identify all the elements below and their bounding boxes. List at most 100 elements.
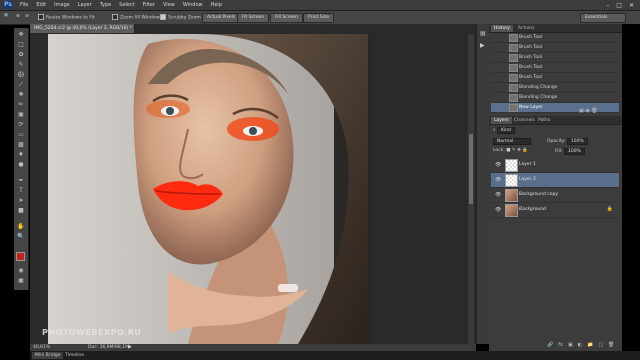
fit-screen-button[interactable]: Fit Screen [237,13,270,23]
layer-icon [509,104,518,112]
tab-actions[interactable]: Actions [515,25,537,32]
clone-stamp-tool-icon[interactable]: ▣ [17,112,25,118]
tab-mini-bridge[interactable]: Mini Bridge [32,352,64,359]
new-layer-icon[interactable]: □ [598,342,603,348]
layer-thumbnail [505,204,518,217]
info-arrow-icon[interactable]: ▶ [128,344,132,351]
eye-icon[interactable]: 👁 [495,177,501,183]
history-item[interactable]: Blending Change [491,93,619,103]
menu-select[interactable]: Select [119,2,134,8]
fill-control[interactable]: Fill: 100% [555,148,585,155]
menu-file[interactable]: File [20,2,28,8]
menu-edit[interactable]: Edit [36,2,46,8]
trash-icon[interactable]: 🗑 [608,342,614,348]
menu-view[interactable]: View [163,2,175,8]
history-item[interactable]: Brush Tool [491,53,619,63]
layer-row[interactable]: 👁 Layer 1 [491,158,619,173]
eye-icon[interactable]: 👁 [495,207,501,213]
document-tab[interactable]: IMG_5204.cr2 @ 40,6% (Layer 2, RGB/16) * [30,24,135,33]
folder-icon[interactable]: 📁 [587,342,593,348]
move-tool-icon[interactable]: ✥ [17,32,25,38]
mask-icon[interactable]: ▣ [568,342,573,348]
actions-panel-icon[interactable]: ▶ [480,42,485,49]
workspace-select[interactable]: Essentials [580,13,626,23]
zoom-tool-icon[interactable]: 🔍 [4,14,10,19]
marquee-tool-icon[interactable]: □ [17,42,25,48]
tab-history[interactable]: History [491,25,514,32]
blur-tool-icon[interactable]: ♦ [17,152,25,158]
lock-icon[interactable]: ■ ✎ ✥ 🔒 [506,148,528,153]
zoom-tool-icon[interactable]: 🔍 [17,234,25,240]
link-icon[interactable]: 🔗 [547,342,553,348]
shape-tool-icon[interactable]: ■ [17,208,25,214]
fill-screen-button[interactable]: Fill Screen [270,13,303,23]
quick-select-tool-icon[interactable]: ✎ [17,62,25,68]
pen-tool-icon[interactable]: ✒ [17,178,25,184]
camera-icon[interactable]: ◉ [585,108,589,114]
fx-icon[interactable]: fx [558,342,563,348]
history-brush-tool-icon[interactable]: ⟳ [17,122,25,128]
path-select-tool-icon[interactable]: ➤ [17,198,25,204]
resize-windows-checkbox[interactable]: Resize Windows to Fit [38,14,95,21]
vertical-scrollbar[interactable] [468,34,474,344]
hand-tool-icon[interactable]: ✋ [17,224,25,230]
menu-help[interactable]: Help [211,2,222,8]
layer-row-selected[interactable]: 👁 Layer 2 [491,173,619,188]
eye-icon[interactable]: 👁 [495,192,501,198]
adjustment-icon[interactable]: ◐ [578,342,582,348]
menu-window[interactable]: Window [183,2,203,8]
tab-timeline[interactable]: Timeline [62,352,87,359]
maximize-button[interactable]: □ [616,2,622,9]
quick-mask-icon[interactable]: ◉ [17,268,25,274]
zoom-out-icon[interactable]: ⊖ [25,14,29,19]
print-size-button[interactable]: Print Size [303,13,335,23]
eye-icon[interactable]: 👁 [495,162,501,168]
brush-tool-icon[interactable]: ✏ [17,102,25,108]
menu-list: File Edit Image Layer Type Select Filter… [20,2,222,8]
zoom-level[interactable]: 40,61% [33,344,50,351]
tab-channels[interactable]: Channels [511,117,538,124]
type-tool-icon[interactable]: T [17,188,25,194]
menu-filter[interactable]: Filter [143,2,155,8]
history-list: Brush Tool Brush Tool Brush Tool Brush T… [489,33,622,113]
new-snapshot-icon[interactable]: ▣ [579,108,584,114]
photoshop-logo: Ps [3,1,13,9]
history-item[interactable]: Blending Change [491,83,619,93]
tab-paths[interactable]: Paths [535,117,553,124]
history-item-selected[interactable]: New Layer [491,103,619,113]
blend-mode-select[interactable]: Normal [493,138,531,145]
brush-icon [509,34,518,42]
history-item[interactable]: Brush Tool [491,73,619,83]
crop-tool-icon[interactable]: ⨁ [17,72,25,78]
right-panels: History Actions Brush Tool Brush Tool Br… [489,24,622,351]
layer-row[interactable]: 👁 Background copy [491,188,619,203]
close-button[interactable]: ✕ [629,2,634,9]
dodge-tool-icon[interactable]: ● [17,162,25,168]
layer-row[interactable]: 👁 Background 🔒 [491,203,619,218]
tab-layers[interactable]: Layers [491,117,512,124]
layer-filter[interactable]: ⌕ Kind [493,127,515,134]
history-item[interactable]: Brush Tool [491,33,619,43]
photo-canvas[interactable] [48,34,372,344]
opacity-control[interactable]: Opacity: 100% [547,138,588,145]
menu-layer[interactable]: Layer [78,2,92,8]
lasso-tool-icon[interactable]: ✿ [17,52,25,58]
gradient-tool-icon[interactable]: ▩ [17,142,25,148]
screen-mode-icon[interactable]: ▣ [17,278,25,284]
scroll-thumb[interactable] [469,134,473,204]
history-item[interactable]: Brush Tool [491,43,619,53]
zoom-all-checkbox[interactable]: Zoom All Windows [112,14,162,21]
foreground-color-swatch[interactable] [16,252,25,261]
actual-pixels-button[interactable]: Actual Pixels [202,13,241,23]
eraser-tool-icon[interactable]: ▭ [17,132,25,138]
menu-image[interactable]: Image [54,2,70,8]
healing-tool-icon[interactable]: ✚ [17,92,25,98]
history-item[interactable]: Brush Tool [491,63,619,73]
menu-type[interactable]: Type [100,2,111,8]
eyedropper-tool-icon[interactable]: ⁄ [17,82,25,88]
zoom-in-icon[interactable]: ⊕ [16,14,20,19]
trash-icon[interactable]: 🗑 [591,108,597,114]
scrubby-zoom-checkbox[interactable]: Scrubby Zoom [160,14,201,21]
minimize-button[interactable]: – [606,2,609,9]
history-panel-icon[interactable]: ▤ [480,30,486,37]
